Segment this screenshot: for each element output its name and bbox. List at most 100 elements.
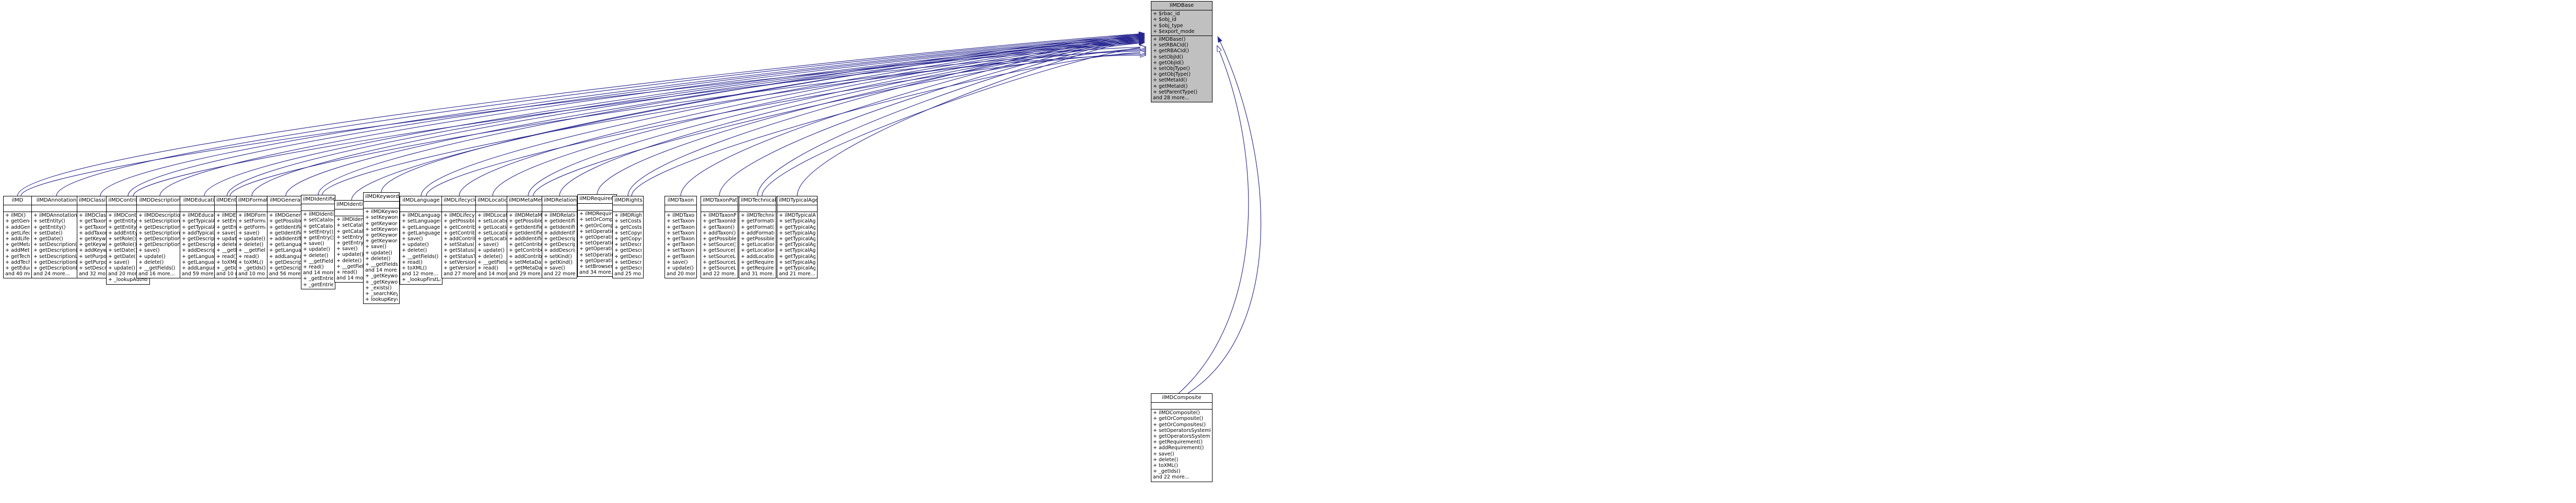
class-node-ilmdtaxonpath[interactable]: ilMDTaxonPath+ ilMDTaxonPath()+ getTaxon… [701,196,738,279]
class-member: + delete() [365,255,391,262]
inheritance-edge [204,37,1145,196]
class-node-ilmdrights[interactable]: ilMDRights + ilMDRights()+ setCosts()+ ge… [612,196,644,279]
class-member: + delete() [303,252,329,259]
class-member: + setDescriptionLanguage() [138,230,181,236]
class-member: + update() [238,236,265,242]
inheritance-edge [285,40,1145,196]
class-member-more: and 20 more... [667,271,695,277]
class-member: + getDescriptionLanguage() [33,259,79,265]
inheritance-edge [680,33,1145,196]
class-member-more: and 40 more... [5,271,30,277]
class-methods: + ilMDFormat()+ setFormat()+ getFormat()… [237,212,267,278]
class-member: + read() [216,253,237,260]
class-member: + setDescription() [138,218,181,225]
class-node-ilmd[interactable]: ilMD + ilMD()+ getGeneral()+ addGeneral()… [3,196,32,279]
class-attributes [237,205,267,213]
class-member: + setEntry() [336,234,367,240]
class-node-ilmddescription[interactable]: ilMDDescription+ ilMDDescription()+ setD… [136,196,183,279]
class-member: + save() [667,259,688,265]
class-member: + ilMDLifecycle() [444,213,475,219]
class-member: + getLanguageCode() [402,230,440,236]
class-attributes [701,205,738,213]
class-member: + update() [336,252,364,258]
class-member-more: and 22 more... [544,271,575,277]
class-member: + getDescription() [269,265,302,272]
class-node-ilmdtypicalagerange[interactable]: ilMDTypicalAgeRange + ilMDTypicalAgeRange… [777,196,818,279]
class-member: + getMetaId() [1153,83,1188,89]
class-member: + save() [402,236,423,242]
class-title: ilMDTaxonPath [701,196,738,206]
class-member-more: and 24 more... [33,271,70,277]
class-member: + read() [336,270,357,276]
class-member: + toXML() [402,265,427,272]
class-member: + read() [238,253,259,260]
class-node-ilmdlocation[interactable]: ilMDLocation+ ilMDLocation()+ setLocatio… [475,196,510,279]
class-member: + getDescriptionLanguageCode() [33,265,79,272]
class-node-ilmdtechnical[interactable]: ilMDTechnical+ ilMDTechnical()+ getForma… [739,196,776,279]
class-member: + delete() [336,258,362,264]
class-member: + getOperatingSystemMaximumVersion() [579,258,615,264]
class-member: + update() [365,250,392,256]
class-member-more: and 10 more... [238,271,265,277]
class-attributes [578,204,616,211]
class-node-ilmdbase[interactable]: ilMDBase + $rbac_id + $obj_id + $obj_type +… [1151,1,1213,103]
class-node-ilmdformat[interactable]: ilMDFormat + ilMDFormat()+ setFormat()+ g… [236,196,267,279]
class-member: + getEntry() [303,235,333,241]
class-member: + setDescription() [33,242,79,248]
class-member-more: and 12 more... [402,271,438,277]
class-member-more: and 16 more... [138,271,175,277]
class-node-ilmdgeneral[interactable]: ilMDGeneral + ilMDGeneral()+ getPossibleS… [267,196,305,279]
class-member: + setObjType() [1153,66,1190,72]
class-member: + addIdentifier_() [544,230,575,236]
class-member: + _getIds() [1153,469,1181,475]
class-member: + getLanguageIds() [269,242,302,248]
class-node-ilmdrelation[interactable]: ilMDRelation+ ilMDRelation()+ getIdentif… [542,196,577,279]
class-member: + getLifecycle() [5,230,30,236]
class-node-ilmdidentifier[interactable]: ilMDIdentifier + ilMDIdentifier()+ setCat… [301,195,335,289]
class-member: + getDescription() [138,224,181,230]
class-methods: + ilMDTechnical()+ getFormatIds()+ getFo… [739,212,776,278]
inheritance-edge [762,47,1146,196]
class-member: + getDescription() [33,248,79,254]
class-member: + getKeywordLanguageCode() [365,238,398,244]
class-node-ilmdcomposite[interactable]: ilMDComposite + ilMDComposite() + getOrCo… [1151,393,1213,482]
class-member: + setCatalog() [303,217,333,224]
class-member: + getObjType() [1153,72,1191,78]
class-title: ilMD [4,196,31,206]
inheritance-edge [133,51,1146,196]
class-member: + setOrComposited() [579,217,615,223]
class-node-ilmdannotation[interactable]: ilMDAnnotation + ilMDAnnotation() + setEnt… [31,196,81,279]
class-member: + getDescriptionIds() [544,236,575,242]
class-member: + __getFields() [336,263,367,270]
class-member: + setEntity() [33,218,65,225]
class-member: + getContribute() [444,230,475,236]
class-member: + setKeyword() [365,215,398,221]
class-member-more: and 22 more... [703,271,736,277]
class-member: + update() [303,247,330,253]
class-node-ilmdkeyword[interactable]: ilMDKeyword + ilMDKeyword()+ setKeyword()… [363,192,400,305]
class-member: + _lookupFirstLanguage() [402,277,440,283]
class-methods: + ilMDRights()+ setCosts()+ getCosts()+ … [613,212,643,278]
class-title: ilMDDescription [137,196,183,206]
class-methods: + ilMDAnnotation() + setEntity() + getEnti… [32,212,81,278]
class-member: + getEntity() [216,224,238,230]
class-attributes [400,205,442,213]
class-member: + setTypicalAgeRangeMaximum() [779,259,815,265]
class-node-ilmdrequirement[interactable]: ilMDRequirement+ ilMDRequirement()+ setO… [577,194,617,277]
class-member: + getPossibleSubelements() [444,218,475,225]
class-member: + save() [336,246,358,252]
class-node-ilmdlifecycle[interactable]: ilMDLifecycle + ilMDLifecycle()+ getPossi… [441,196,477,279]
class-member: + setOperatingSystemMinimumVersion() [579,240,615,247]
class-member: + getIdentifier_() [544,224,575,230]
inheritance-edge [17,31,1145,196]
class-member-more: and 10 more... [216,271,238,277]
class-member: + ilMDTaxonPath() [703,213,736,219]
class-member: + $obj_type [1153,22,1183,29]
class-member: + ilMDIdentifier_() [336,217,367,223]
class-member: + ilMDTechnical() [741,213,774,219]
class-node-ilmdlanguage[interactable]: ilMDLanguage + ilMDLanguage()+ setLanguag… [400,196,442,285]
class-title: ilMDRights [613,196,643,206]
class-member: + setCopyrightAndOtherRestrictions() [614,230,642,236]
class-node-ilmdtaxon[interactable]: ilMDTaxon+ ilMDTaxon()+ setTaxon()+ getT… [665,196,697,279]
class-member: + setOperatorsSystemName() [1153,427,1210,434]
